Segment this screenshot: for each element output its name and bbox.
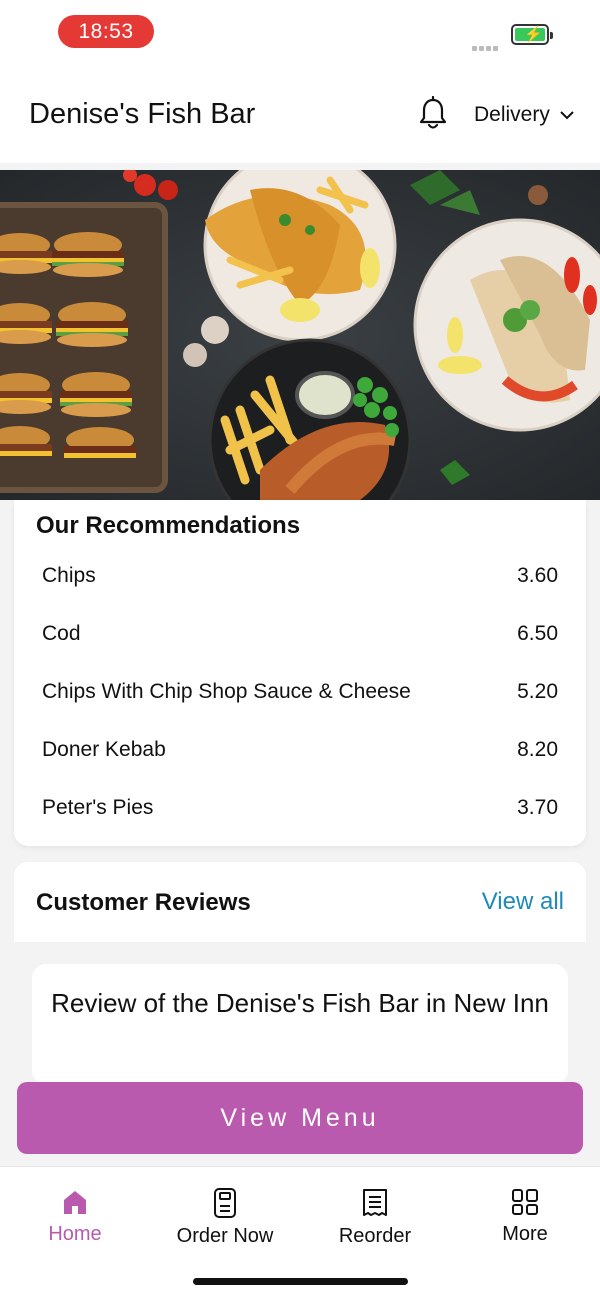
delivery-label: Delivery (474, 103, 550, 126)
home-icon (64, 1191, 86, 1214)
customer-reviews-header: Customer Reviews View all (14, 862, 586, 942)
view-all-link[interactable]: View all (482, 888, 564, 916)
tab-reorder-label: Reorder (338, 1225, 412, 1247)
recommendation-row[interactable]: Peter's Pies 3.70 (42, 796, 558, 826)
home-indicator (193, 1278, 408, 1285)
item-name: Cod (42, 622, 81, 645)
tab-more-label: More (502, 1223, 548, 1245)
restaurant-title: Denise's Fish Bar (29, 98, 256, 130)
item-price: 3.70 (517, 796, 558, 819)
chevron-down-icon (560, 111, 574, 120)
item-name: Peter's Pies (42, 796, 154, 819)
tab-order-now[interactable]: Order Now (165, 1187, 285, 1247)
status-time: 18:53 (58, 15, 154, 48)
signal-icon (472, 38, 504, 51)
item-price: 3.60 (517, 564, 558, 587)
item-price: 5.20 (517, 680, 558, 703)
recommendation-row[interactable]: Chips 3.60 (42, 564, 558, 594)
tab-home-label: Home (48, 1223, 102, 1245)
tab-reorder[interactable]: Reorder (315, 1187, 435, 1247)
bell-icon[interactable] (418, 96, 448, 132)
view-menu-button[interactable]: View Menu (17, 1082, 583, 1154)
battery-icon: ⚡ (511, 24, 553, 45)
item-price: 8.20 (517, 738, 558, 761)
reviews-title: Customer Reviews (36, 889, 251, 916)
review-card[interactable]: Review of the Denise's Fish Bar in New I… (32, 964, 568, 1084)
delivery-selector[interactable]: Delivery (474, 103, 574, 127)
recommendations-title: Our Recommendations (36, 512, 301, 539)
order-icon (214, 1188, 236, 1218)
tab-home[interactable]: Home (15, 1187, 135, 1247)
recommendation-row[interactable]: Chips With Chip Shop Sauce & Cheese 5.20 (42, 680, 558, 710)
grid-icon (512, 1189, 538, 1215)
item-name: Chips (42, 564, 96, 587)
recommendation-row[interactable]: Doner Kebab 8.20 (42, 738, 558, 768)
tab-order-now-label: Order Now (176, 1225, 274, 1247)
item-name: Chips With Chip Shop Sauce & Cheese (42, 680, 411, 703)
recommendations-card: Our Recommendations Chips 3.60 Cod 6.50 … (14, 500, 586, 846)
app-screen: 18:53 ⚡ Denise's Fish Bar Delivery Our R… (0, 0, 600, 1298)
tab-more[interactable]: More (465, 1187, 585, 1247)
hero-food-image (0, 170, 600, 500)
review-heading: Review of the Denise's Fish Bar in New I… (51, 988, 549, 1018)
receipt-icon (363, 1189, 387, 1216)
item-name: Doner Kebab (42, 738, 166, 761)
recommendation-row[interactable]: Cod 6.50 (42, 622, 558, 652)
status-bar: 18:53 ⚡ (0, 0, 600, 70)
item-price: 6.50 (517, 622, 558, 645)
